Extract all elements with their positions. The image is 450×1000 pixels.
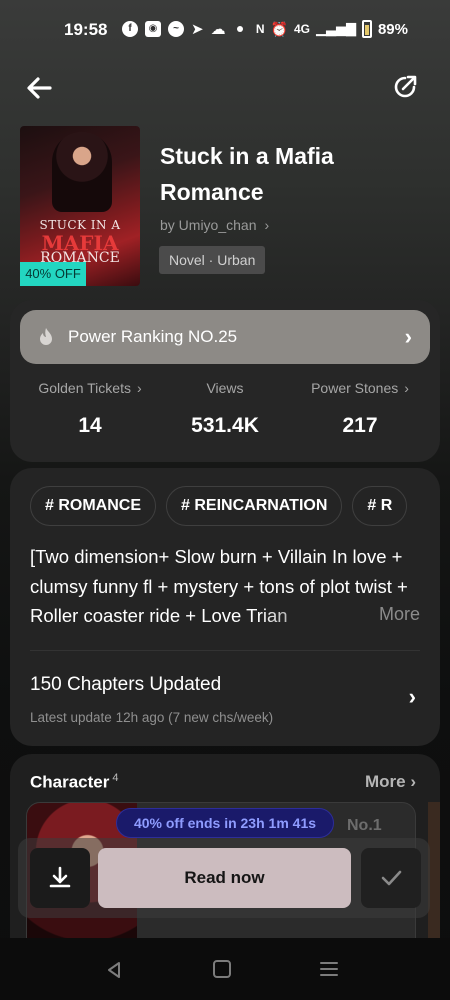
notification-icons: f ◉ ~ ➤ ☁ [122, 20, 243, 38]
download-button[interactable] [30, 848, 90, 908]
arrow-left-icon [27, 77, 52, 99]
views-stat: Views 531.4K [155, 380, 295, 438]
chevron-right-icon: › [408, 684, 416, 709]
book-title: Stuck in a Mafia Romance [160, 143, 334, 205]
chevron-right-icon: › [410, 772, 416, 791]
synopsis-fade [258, 601, 388, 631]
discord-icon: ◉ [145, 21, 161, 37]
status-bar: 19:58 f ◉ ~ ➤ ☁ N ⏰ 4G ▁▃▅▇ 89% [0, 0, 450, 62]
character-more-label: More [364, 772, 406, 791]
character-title: Character 4 [30, 772, 119, 793]
golden-tickets-label: Golden Tickets [38, 380, 131, 396]
share-button[interactable] [390, 72, 420, 102]
power-ranking-button[interactable]: Power Ranking NO.25 › [20, 310, 430, 364]
share-icon [394, 75, 417, 98]
character-title-text: Character [30, 772, 110, 792]
check-icon [381, 870, 402, 886]
genre-tag[interactable]: Novel · Urban [159, 246, 266, 274]
system-nav-bar [0, 938, 450, 1000]
chevron-right-icon: › [136, 380, 142, 396]
golden-tickets-value: 14 [78, 414, 102, 437]
back-button[interactable] [22, 70, 58, 106]
tag-partial[interactable]: # R [352, 486, 408, 526]
tag-romance[interactable]: # ROMANCE [30, 486, 157, 526]
nfc-icon: N [255, 22, 265, 36]
cover-artwork [52, 132, 112, 212]
tag-reincarnation[interactable]: # REINCARNATION [166, 486, 343, 526]
character-rank: No.1 [347, 817, 382, 834]
nav-home-icon[interactable] [213, 960, 231, 978]
details-card: # ROMANCE # REINCARNATION # R [Two dimen… [10, 468, 440, 746]
tags-row: # ROMANCE # REINCARNATION # R [30, 486, 440, 528]
messenger-icon: ~ [168, 21, 184, 37]
telegram-icon: ➤ [191, 21, 204, 38]
power-stones-value: 217 [342, 414, 378, 437]
nav-recents-icon[interactable] [320, 960, 338, 978]
battery-percent: 89% [377, 20, 408, 38]
ghost-icon: ☁ [210, 21, 226, 38]
stats-card: Power Ranking NO.25 › Golden Tickets › 14… [10, 300, 440, 462]
character-more-link[interactable]: More › [365, 772, 416, 792]
power-stones-stat[interactable]: Power Stones › 217 [290, 380, 430, 438]
chevron-right-icon: › [404, 324, 412, 349]
facebook-icon: f [122, 21, 138, 37]
author-name: by Umiyo_chan [160, 217, 257, 233]
download-icon [49, 866, 71, 888]
add-to-library-button[interactable] [361, 848, 421, 908]
power-stones-label: Power Stones [311, 380, 399, 396]
power-ranking-label: Power Ranking NO.25 [68, 327, 238, 346]
discount-timer: 40% off ends in 23h 1m 41s [116, 808, 334, 838]
signal-icon: ▁▃▅▇ [315, 21, 356, 36]
views-value: 531.4K [191, 414, 259, 437]
nav-back-icon[interactable] [104, 960, 124, 980]
chevron-right-icon: › [404, 380, 409, 396]
chevron-right-icon: › [264, 217, 270, 233]
cover-title-line1: STUCK IN A [39, 218, 121, 232]
flame-icon [40, 328, 52, 345]
alarm-icon: ⏰ [270, 20, 288, 37]
views-label: Views [206, 380, 244, 396]
golden-tickets-stat[interactable]: Golden Tickets › 14 [20, 380, 160, 438]
character-count: 4 [112, 772, 119, 784]
synopsis-more-link[interactable]: More [372, 604, 420, 625]
author-link[interactable]: by Umiyo_chan › [160, 217, 269, 233]
system-icons: N ⏰ 4G ▁▃▅▇ 89% [256, 20, 408, 38]
network-type: 4G [293, 22, 310, 36]
read-now-button[interactable]: Read now [98, 848, 351, 908]
more-notifications-icon [236, 26, 243, 32]
divider [30, 650, 420, 651]
chapters-update-info: Latest update 12h ago (7 new chs/week) [30, 710, 274, 725]
status-time: 19:58 [64, 20, 108, 39]
discount-badge: 40% OFF [20, 262, 86, 286]
chapters-title: 150 Chapters Updated [30, 674, 222, 695]
battery-icon [361, 20, 372, 38]
